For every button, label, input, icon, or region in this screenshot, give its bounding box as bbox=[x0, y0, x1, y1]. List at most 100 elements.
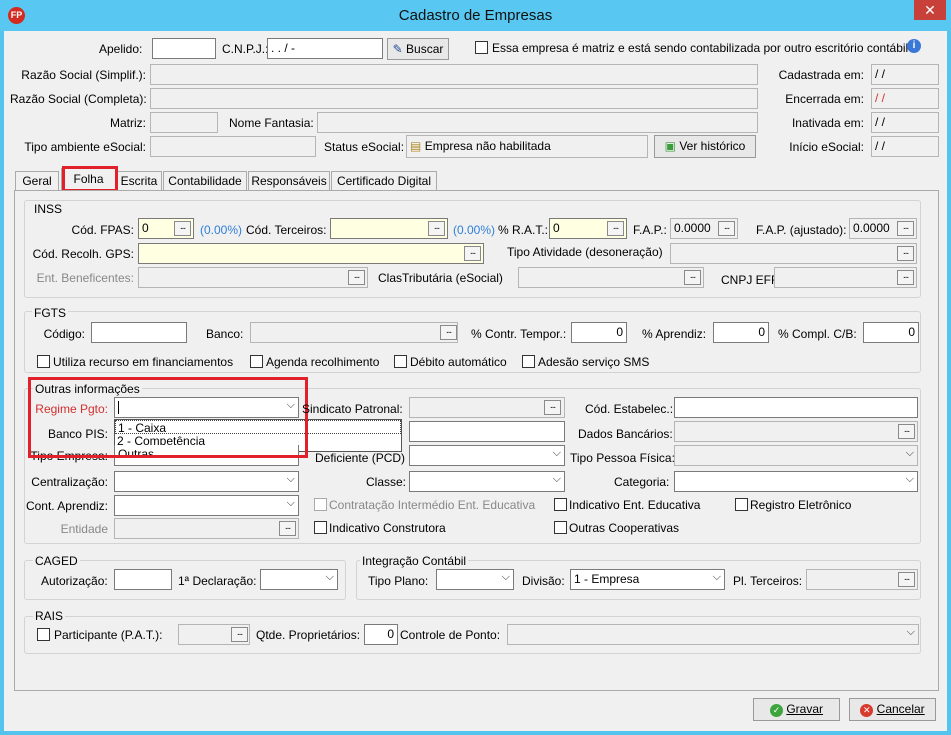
info-icon[interactable]: i bbox=[907, 39, 921, 53]
compl-input[interactable]: 0 bbox=[863, 322, 919, 343]
divisao-select[interactable]: 1 - Empresa ⌵ bbox=[570, 569, 725, 590]
classe-select[interactable]: ⌵ bbox=[409, 471, 565, 492]
cnpj-input[interactable]: . . / - bbox=[267, 38, 383, 59]
participante-checkbox[interactable] bbox=[37, 628, 50, 641]
encerrada-input[interactable]: / / bbox=[871, 88, 939, 109]
rat-lookup-button[interactable]: ... bbox=[607, 221, 624, 236]
razao-simpl-input[interactable] bbox=[150, 64, 758, 85]
chevron-down-icon: ⌵ bbox=[286, 473, 295, 485]
chevron-down-icon: ⌵ bbox=[325, 571, 334, 583]
fpas-lookup-button[interactable]: ... bbox=[174, 221, 191, 236]
deficiente-select[interactable]: ⌵ bbox=[409, 445, 565, 466]
nome-fantasia-input[interactable] bbox=[317, 112, 758, 133]
sindicato-lookup-button[interactable]: ... bbox=[544, 400, 561, 415]
terceiros-lookup-button[interactable]: ... bbox=[428, 221, 445, 236]
gps-lookup-button[interactable]: ... bbox=[464, 246, 481, 261]
matriz-input[interactable] bbox=[150, 112, 218, 133]
financiamentos-checkbox[interactable] bbox=[37, 355, 50, 368]
tipo-ativ-lookup-button[interactable]: ... bbox=[897, 246, 914, 261]
participante-lookup-button[interactable]: ... bbox=[231, 627, 248, 642]
close-button[interactable]: ✕ bbox=[914, 0, 946, 20]
contratacao-checkbox[interactable] bbox=[314, 498, 327, 511]
caged-title: CAGED bbox=[33, 554, 80, 568]
rat-label: % R.A.T.: bbox=[498, 223, 549, 237]
chevron-down-icon: ⌵ bbox=[552, 447, 561, 459]
dados-banc-input[interactable] bbox=[674, 421, 918, 442]
tipo-ativ-input[interactable] bbox=[670, 243, 917, 264]
fgts-banco-input[interactable] bbox=[250, 322, 458, 343]
debito-label: Débito automático bbox=[410, 355, 507, 369]
gravar-label: Gravar bbox=[786, 702, 824, 716]
cnpj-efr-label: CNPJ EFR bbox=[721, 273, 780, 287]
cnpj-efr-lookup-button[interactable]: ... bbox=[897, 270, 914, 285]
highlight-tab-folha bbox=[62, 166, 118, 192]
razao-compl-input[interactable] bbox=[150, 88, 758, 109]
tab-escrita[interactable]: Escrita bbox=[116, 171, 162, 191]
compl-label: % Compl. C/B: bbox=[778, 327, 857, 341]
banco-pis-input[interactable] bbox=[409, 421, 565, 442]
fgts-banco-label: Banco: bbox=[206, 327, 244, 341]
controle-ponto-select[interactable]: ⌵ bbox=[507, 624, 919, 645]
tab-certificado-digital[interactable]: Certificado Digital bbox=[331, 171, 437, 191]
tipo-amb-input[interactable] bbox=[150, 136, 316, 157]
autorizacao-input[interactable] bbox=[114, 569, 172, 590]
matriz-checkbox[interactable] bbox=[475, 41, 488, 54]
registro-elet-checkbox[interactable] bbox=[735, 498, 748, 511]
categoria-label: Categoria: bbox=[614, 475, 670, 489]
fap-aj-lookup-button[interactable]: ... bbox=[897, 221, 914, 236]
ent-benef-input[interactable] bbox=[138, 267, 368, 288]
fgts-codigo-input[interactable] bbox=[91, 322, 187, 343]
gravar-button[interactable]: ✓ Gravar bbox=[753, 698, 840, 721]
fgts-banco-lookup-button[interactable]: ... bbox=[440, 325, 457, 340]
tipo-pf-select[interactable]: ⌵ bbox=[674, 445, 918, 466]
debito-checkbox[interactable] bbox=[394, 355, 407, 368]
cadastrada-input[interactable]: / / bbox=[871, 64, 939, 85]
fap-aj-label: F.A.P. (ajustado): bbox=[756, 223, 847, 237]
sms-checkbox[interactable] bbox=[522, 355, 535, 368]
chevron-down-icon: ⌵ bbox=[905, 473, 914, 485]
centralizacao-select[interactable]: ⌵ bbox=[114, 471, 299, 492]
fap-lookup-button[interactable]: ... bbox=[718, 221, 735, 236]
buscar-button[interactable]: ✎ Buscar bbox=[387, 38, 449, 60]
integracao-title: Integração Contábil bbox=[360, 554, 469, 568]
qtde-prop-input[interactable]: 0 bbox=[364, 624, 398, 645]
entidade-input[interactable] bbox=[114, 518, 299, 539]
cod-estab-input[interactable] bbox=[674, 397, 918, 418]
ind-construtora-checkbox[interactable] bbox=[314, 521, 327, 534]
apelido-input[interactable] bbox=[152, 38, 216, 59]
chevron-down-icon: ⌵ bbox=[906, 626, 915, 638]
tab-responsaveis[interactable]: Responsáveis bbox=[248, 171, 330, 191]
cont-aprendiz-select[interactable]: ⌵ bbox=[114, 495, 299, 516]
cnpj-efr-input[interactable] bbox=[774, 267, 917, 288]
ent-benef-lookup-button[interactable]: ... bbox=[348, 270, 365, 285]
contr-tempor-input[interactable]: 0 bbox=[571, 322, 627, 343]
gps-input[interactable] bbox=[138, 243, 484, 264]
entidade-lookup-button[interactable]: ... bbox=[279, 521, 296, 536]
matriz-label: Matriz: bbox=[110, 116, 146, 130]
inativada-label: Inativada em: bbox=[791, 116, 864, 130]
agenda-label: Agenda recolhimento bbox=[266, 355, 380, 369]
tab-contabilidade[interactable]: Contabilidade bbox=[163, 171, 247, 191]
ver-historico-button[interactable]: ▣ Ver histórico bbox=[654, 135, 756, 158]
aprendiz-input[interactable]: 0 bbox=[713, 322, 769, 343]
inativada-input[interactable]: / / bbox=[871, 112, 939, 133]
tab-geral[interactable]: Geral bbox=[15, 171, 59, 191]
sindicato-input[interactable] bbox=[409, 397, 565, 418]
window-title: Cadastro de Empresas bbox=[398, 7, 553, 24]
inicio-esocial-input[interactable]: / / bbox=[871, 136, 939, 157]
declaracao-select[interactable]: ⌵ bbox=[260, 569, 338, 590]
clastrib-label: ClasTributária (eSocial) bbox=[378, 271, 503, 285]
pl-terceiros-lookup-button[interactable]: ... bbox=[898, 572, 915, 587]
tipo-plano-select[interactable]: ⌵ bbox=[436, 569, 514, 590]
categoria-select[interactable]: ⌵ bbox=[674, 471, 918, 492]
agenda-checkbox[interactable] bbox=[250, 355, 263, 368]
clastrib-input[interactable] bbox=[518, 267, 704, 288]
ind-ent-educ-checkbox[interactable] bbox=[554, 498, 567, 511]
outras-coop-checkbox[interactable] bbox=[554, 521, 567, 534]
cancelar-button[interactable]: ✕ Cancelar bbox=[849, 698, 936, 721]
clastrib-lookup-button[interactable]: ... bbox=[684, 270, 701, 285]
dados-banc-lookup-button[interactable]: ... bbox=[898, 424, 915, 439]
status-esocial-label: Status eSocial: bbox=[324, 140, 405, 154]
fpas-label: Cód. FPAS: bbox=[71, 223, 134, 237]
sindicato-label: Sindicato Patronal: bbox=[302, 402, 403, 416]
